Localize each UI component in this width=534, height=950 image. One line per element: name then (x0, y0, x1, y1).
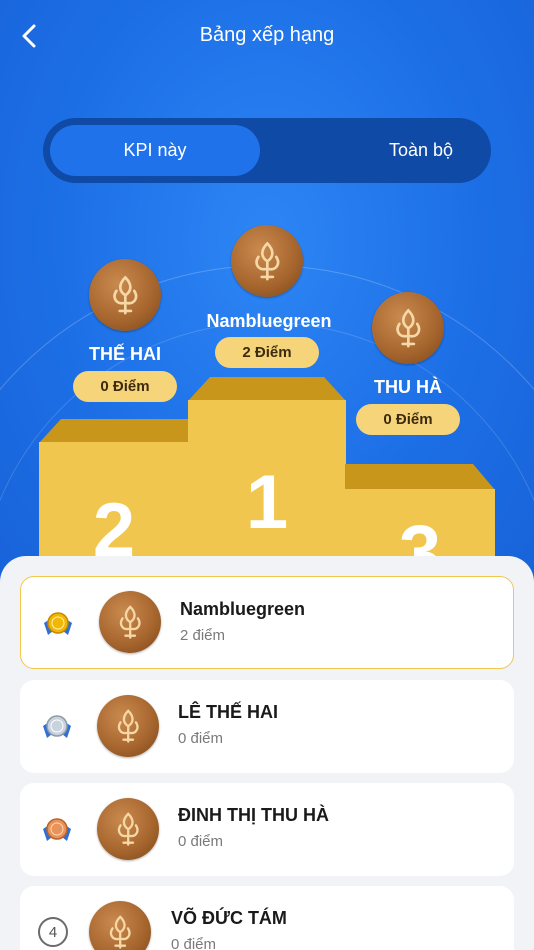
page-title: Bảng xếp hạng (199, 24, 335, 46)
leaderboard-row[interactable]: Nambluegreen 2 điểm (20, 576, 514, 669)
avatar-third[interactable] (372, 292, 444, 364)
period-segmented-control: KPI này Toàn bộ (43, 118, 491, 183)
avatar (89, 901, 151, 950)
podium-block-third: 3 (345, 464, 495, 595)
tab-all-time[interactable]: Toàn bộ (316, 125, 526, 176)
emblem-icon (119, 604, 141, 639)
avatar (97, 798, 159, 860)
avatar-first[interactable] (231, 225, 303, 297)
gold-medal-icon (44, 612, 72, 635)
row-name: Nambluegreen (180, 599, 306, 619)
rank-badge: 4 (38, 917, 68, 947)
emblem-icon (117, 708, 139, 743)
podium-second-name: THẾ HAI (89, 344, 161, 364)
emblem-icon (117, 811, 139, 846)
podium-first-name: Nambluegreen (206, 311, 332, 331)
avatar (99, 591, 161, 653)
row-points: 0 điểm (171, 936, 217, 950)
emblem-icon (254, 241, 280, 281)
bronze-medal-icon (43, 818, 71, 841)
silver-medal-icon (43, 715, 71, 738)
row-name: LÊ THẾ HAI (178, 702, 279, 722)
podium-block-first: 1 (188, 377, 346, 559)
emblem-icon (395, 308, 421, 348)
row-points: 0 điểm (178, 833, 224, 850)
podium-top (345, 464, 495, 490)
row-name: VÕ ĐỨC TÁM (171, 908, 287, 928)
row-name: ĐINH THỊ THU HÀ (178, 805, 329, 825)
podium-top (188, 377, 346, 401)
leaderboard-row[interactable]: 4 VÕ ĐỨC TÁM 0 điểm (20, 886, 514, 950)
leaderboard-row[interactable]: ĐINH THỊ THU HÀ 0 điểm (20, 783, 514, 876)
podium-block-second: 2 (39, 419, 189, 573)
row-points: 0 điểm (178, 730, 224, 747)
emblem-icon (112, 275, 138, 315)
podium-rank-number: 1 (245, 460, 289, 545)
leaderboard-row[interactable]: LÊ THẾ HAI 0 điểm (20, 680, 514, 773)
podium-top (39, 419, 189, 443)
emblem-icon (109, 914, 131, 949)
podium-third-name: THU HÀ (374, 377, 442, 397)
row-points: 2 điểm (180, 627, 226, 644)
podium-first-points: 2 Điểm (215, 337, 319, 368)
top-bar: Bảng xếp hạng (0, 0, 534, 74)
leaderboard-sheet: Nambluegreen 2 điểm LÊ THẾ HAI 0 điểm ĐI… (0, 556, 534, 950)
avatar-second[interactable] (89, 259, 161, 331)
tab-kpi-current[interactable]: KPI này (50, 125, 260, 176)
podium-second-points: 0 Điểm (73, 371, 177, 402)
podium-third-points: 0 Điểm (356, 404, 460, 435)
avatar (97, 695, 159, 757)
